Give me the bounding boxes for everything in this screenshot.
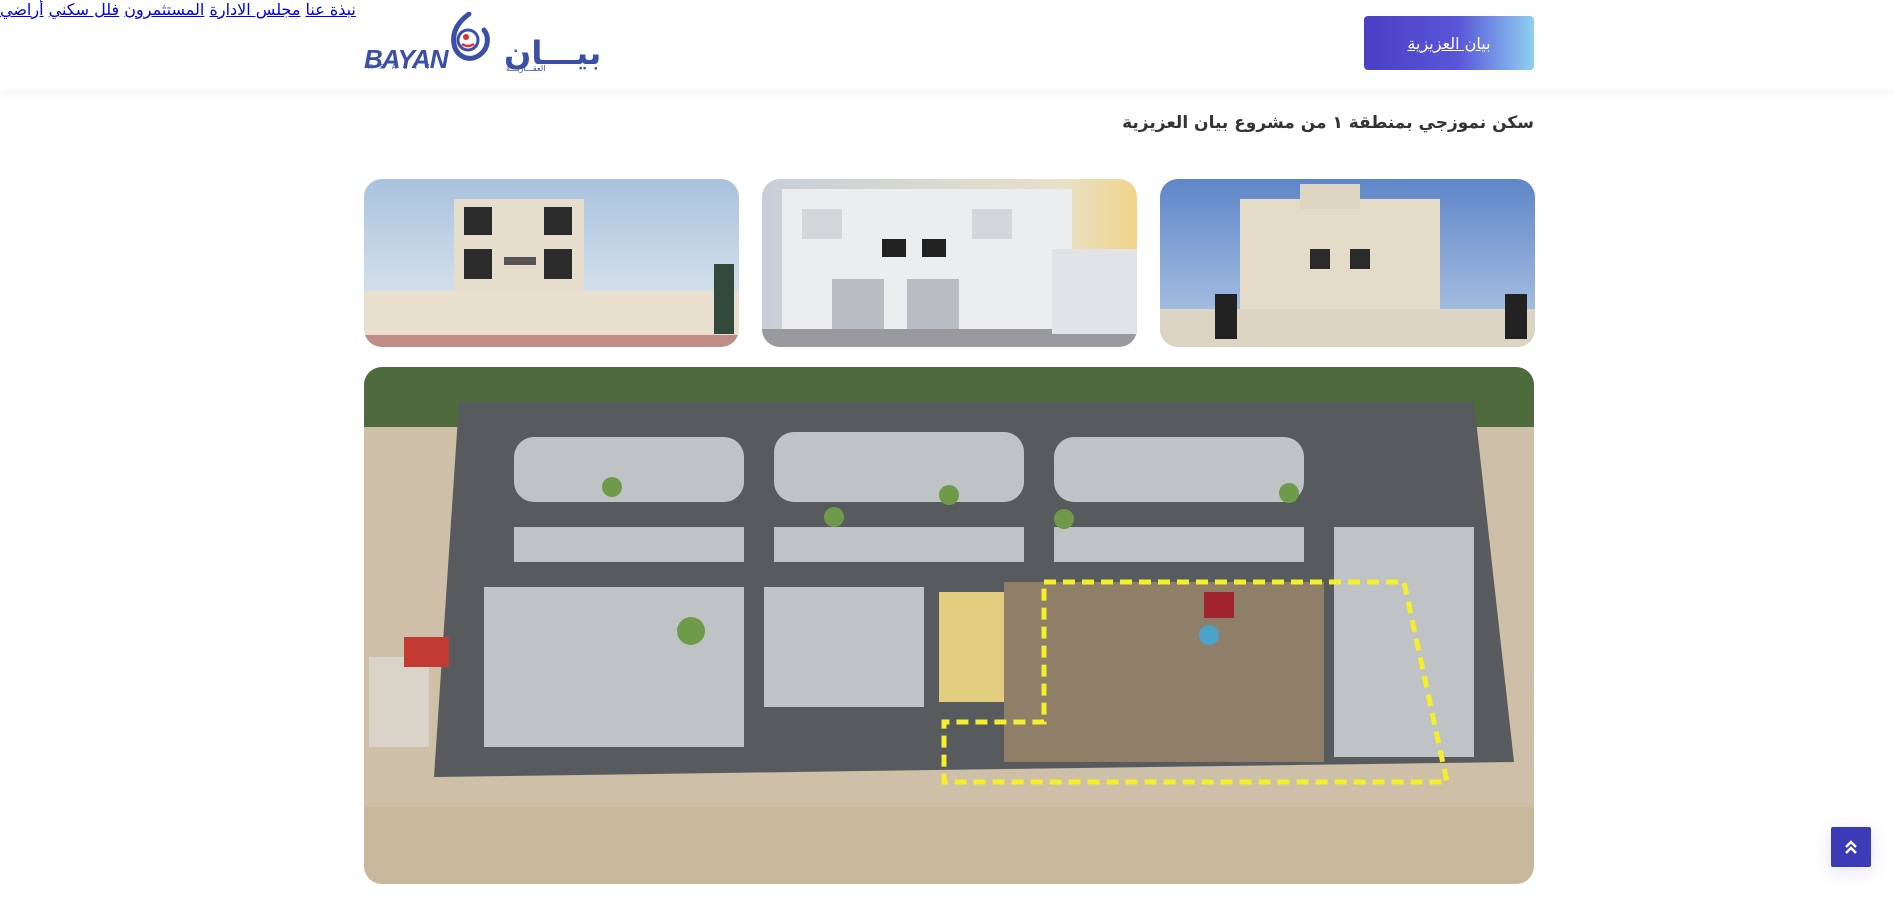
double-chevron-up-icon — [1845, 840, 1857, 854]
bayan-aziziya-button[interactable]: بيان العزيزية — [1364, 16, 1534, 70]
nav-item-lands[interactable]: أراضي — [0, 0, 44, 19]
page-title: سكن نموزجي بمنطقة ١ من مشروع بيان العزيز… — [1122, 113, 1534, 133]
gallery-image-2[interactable] — [762, 179, 1137, 347]
logo-latin-subtext: REALTY — [368, 64, 437, 71]
logo-arabic-subtext: العقـــاريـــة — [506, 64, 546, 73]
nav-item-villas[interactable]: فلل سكني — [49, 0, 120, 19]
gallery-image-1[interactable] — [364, 179, 739, 347]
scroll-top-button[interactable] — [1831, 827, 1871, 867]
nav-item-board[interactable]: مجلس الادارة — [209, 0, 300, 19]
main-nav: نبذة عنا مجلس الادارة المستثمرون فلل سكن… — [0, 0, 1893, 19]
nav-item-about[interactable]: نبذة عنا — [305, 0, 355, 19]
bayan-realty-logo[interactable]: BAYAN REALTY بيـــان العقـــاريـــة — [364, 12, 601, 74]
gallery-image-3[interactable] — [1160, 179, 1535, 347]
masterplan-image[interactable] — [364, 367, 1534, 884]
site-header: BAYAN REALTY بيـــان العقـــاريـــة نبذة… — [0, 0, 1893, 90]
logo-emblem-icon — [451, 12, 490, 61]
nav-item-investors[interactable]: المستثمرون — [124, 0, 204, 19]
